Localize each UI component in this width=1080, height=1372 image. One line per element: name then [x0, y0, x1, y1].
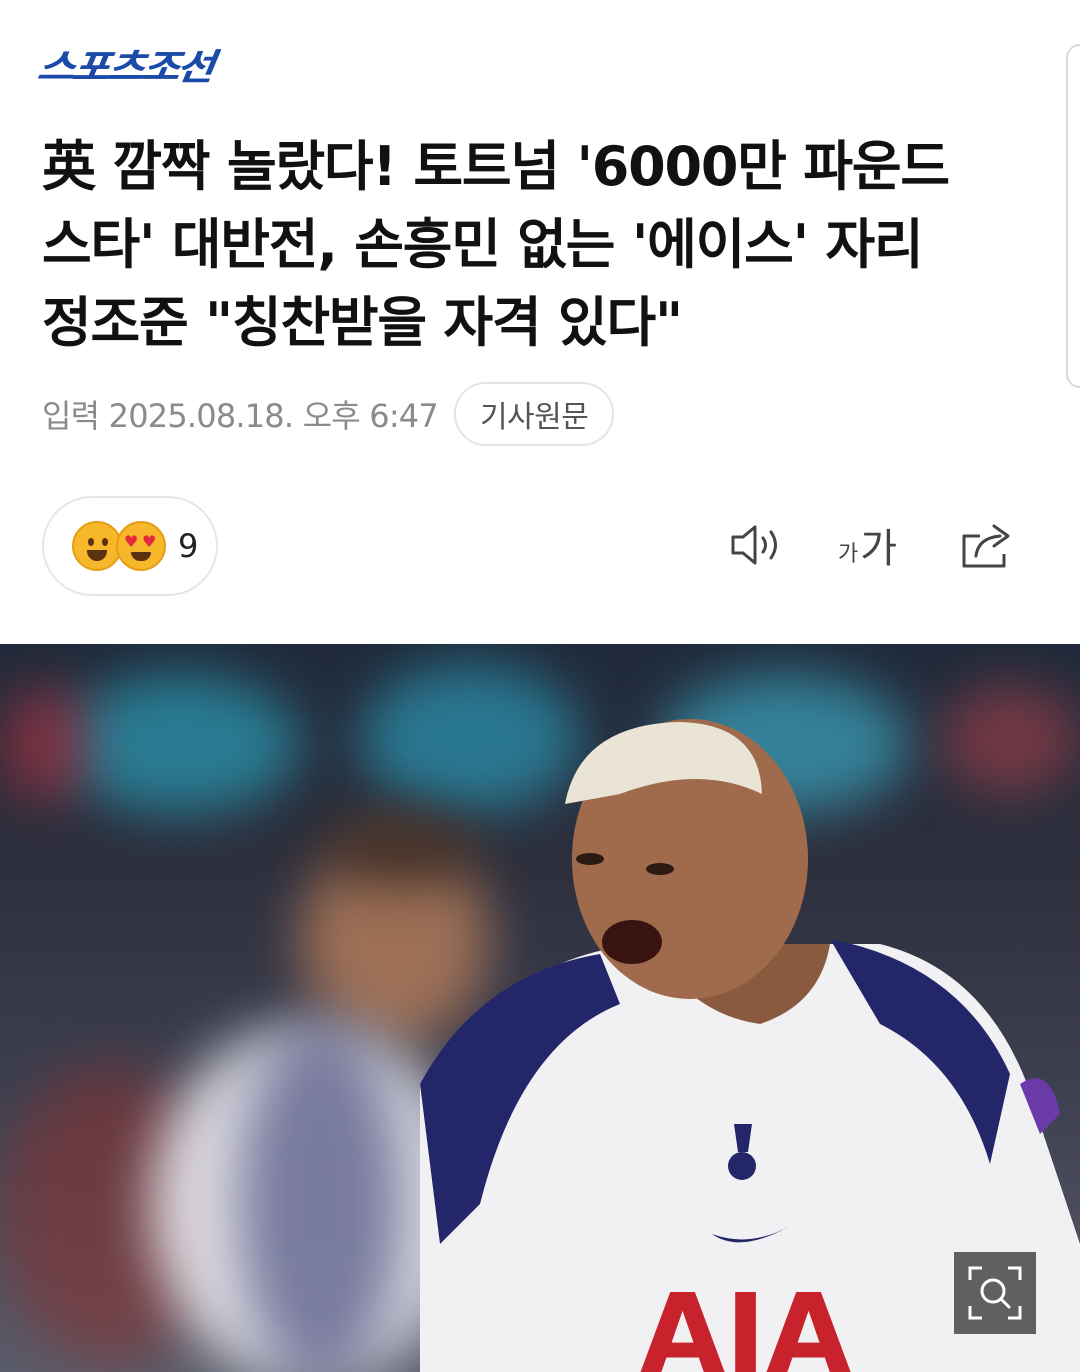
zoom-button[interactable]: [954, 1252, 1036, 1334]
reaction-count: 9: [178, 527, 199, 565]
article-meta: 입력 2025.08.18. 오후 6:47 기사원문: [42, 382, 615, 446]
font-size-big-label: 가: [860, 526, 898, 572]
article-page: 스포츠조선 英 깜짝 놀랐다! 토트넘 '6000만 파운드 스타' 대반전, …: [0, 0, 1080, 1372]
svg-text:AIA: AIA: [640, 1270, 851, 1372]
headline-line: 스타' 대반전, 손흥민 없는 '에이스' 자리: [42, 213, 924, 276]
headline-line: 英 깜짝 놀랐다! 토트넘 '6000만 파운드: [42, 135, 950, 198]
share-icon[interactable]: [958, 516, 1016, 574]
font-size-icon[interactable]: 가 가: [838, 518, 897, 574]
player-illustration: AIA: [420, 719, 1080, 1372]
article-headline: 英 깜짝 놀랐다! 토트넘 '6000만 파운드 스타' 대반전, 손흥민 없는…: [42, 128, 1032, 362]
article-hero-image[interactable]: AIA: [0, 644, 1080, 1372]
headline-line: 정조준 "칭찬받을 자격 있다": [42, 291, 683, 354]
reaction-button[interactable]: ♥ ♥ 9: [42, 496, 218, 596]
news-logo[interactable]: 스포츠조선: [35, 38, 216, 90]
published-date: 입력 2025.08.18. 오후 6:47: [42, 397, 439, 435]
zoom-icon: [968, 1266, 1022, 1320]
speaker-icon[interactable]: [728, 516, 786, 574]
font-size-small-label: 가: [838, 542, 859, 567]
original-article-button[interactable]: 기사원문: [453, 382, 615, 446]
scroll-handle[interactable]: [1066, 44, 1080, 388]
smile-emoji-icon: [72, 521, 122, 571]
heart-eyes-emoji-icon: ♥ ♥: [116, 521, 166, 571]
